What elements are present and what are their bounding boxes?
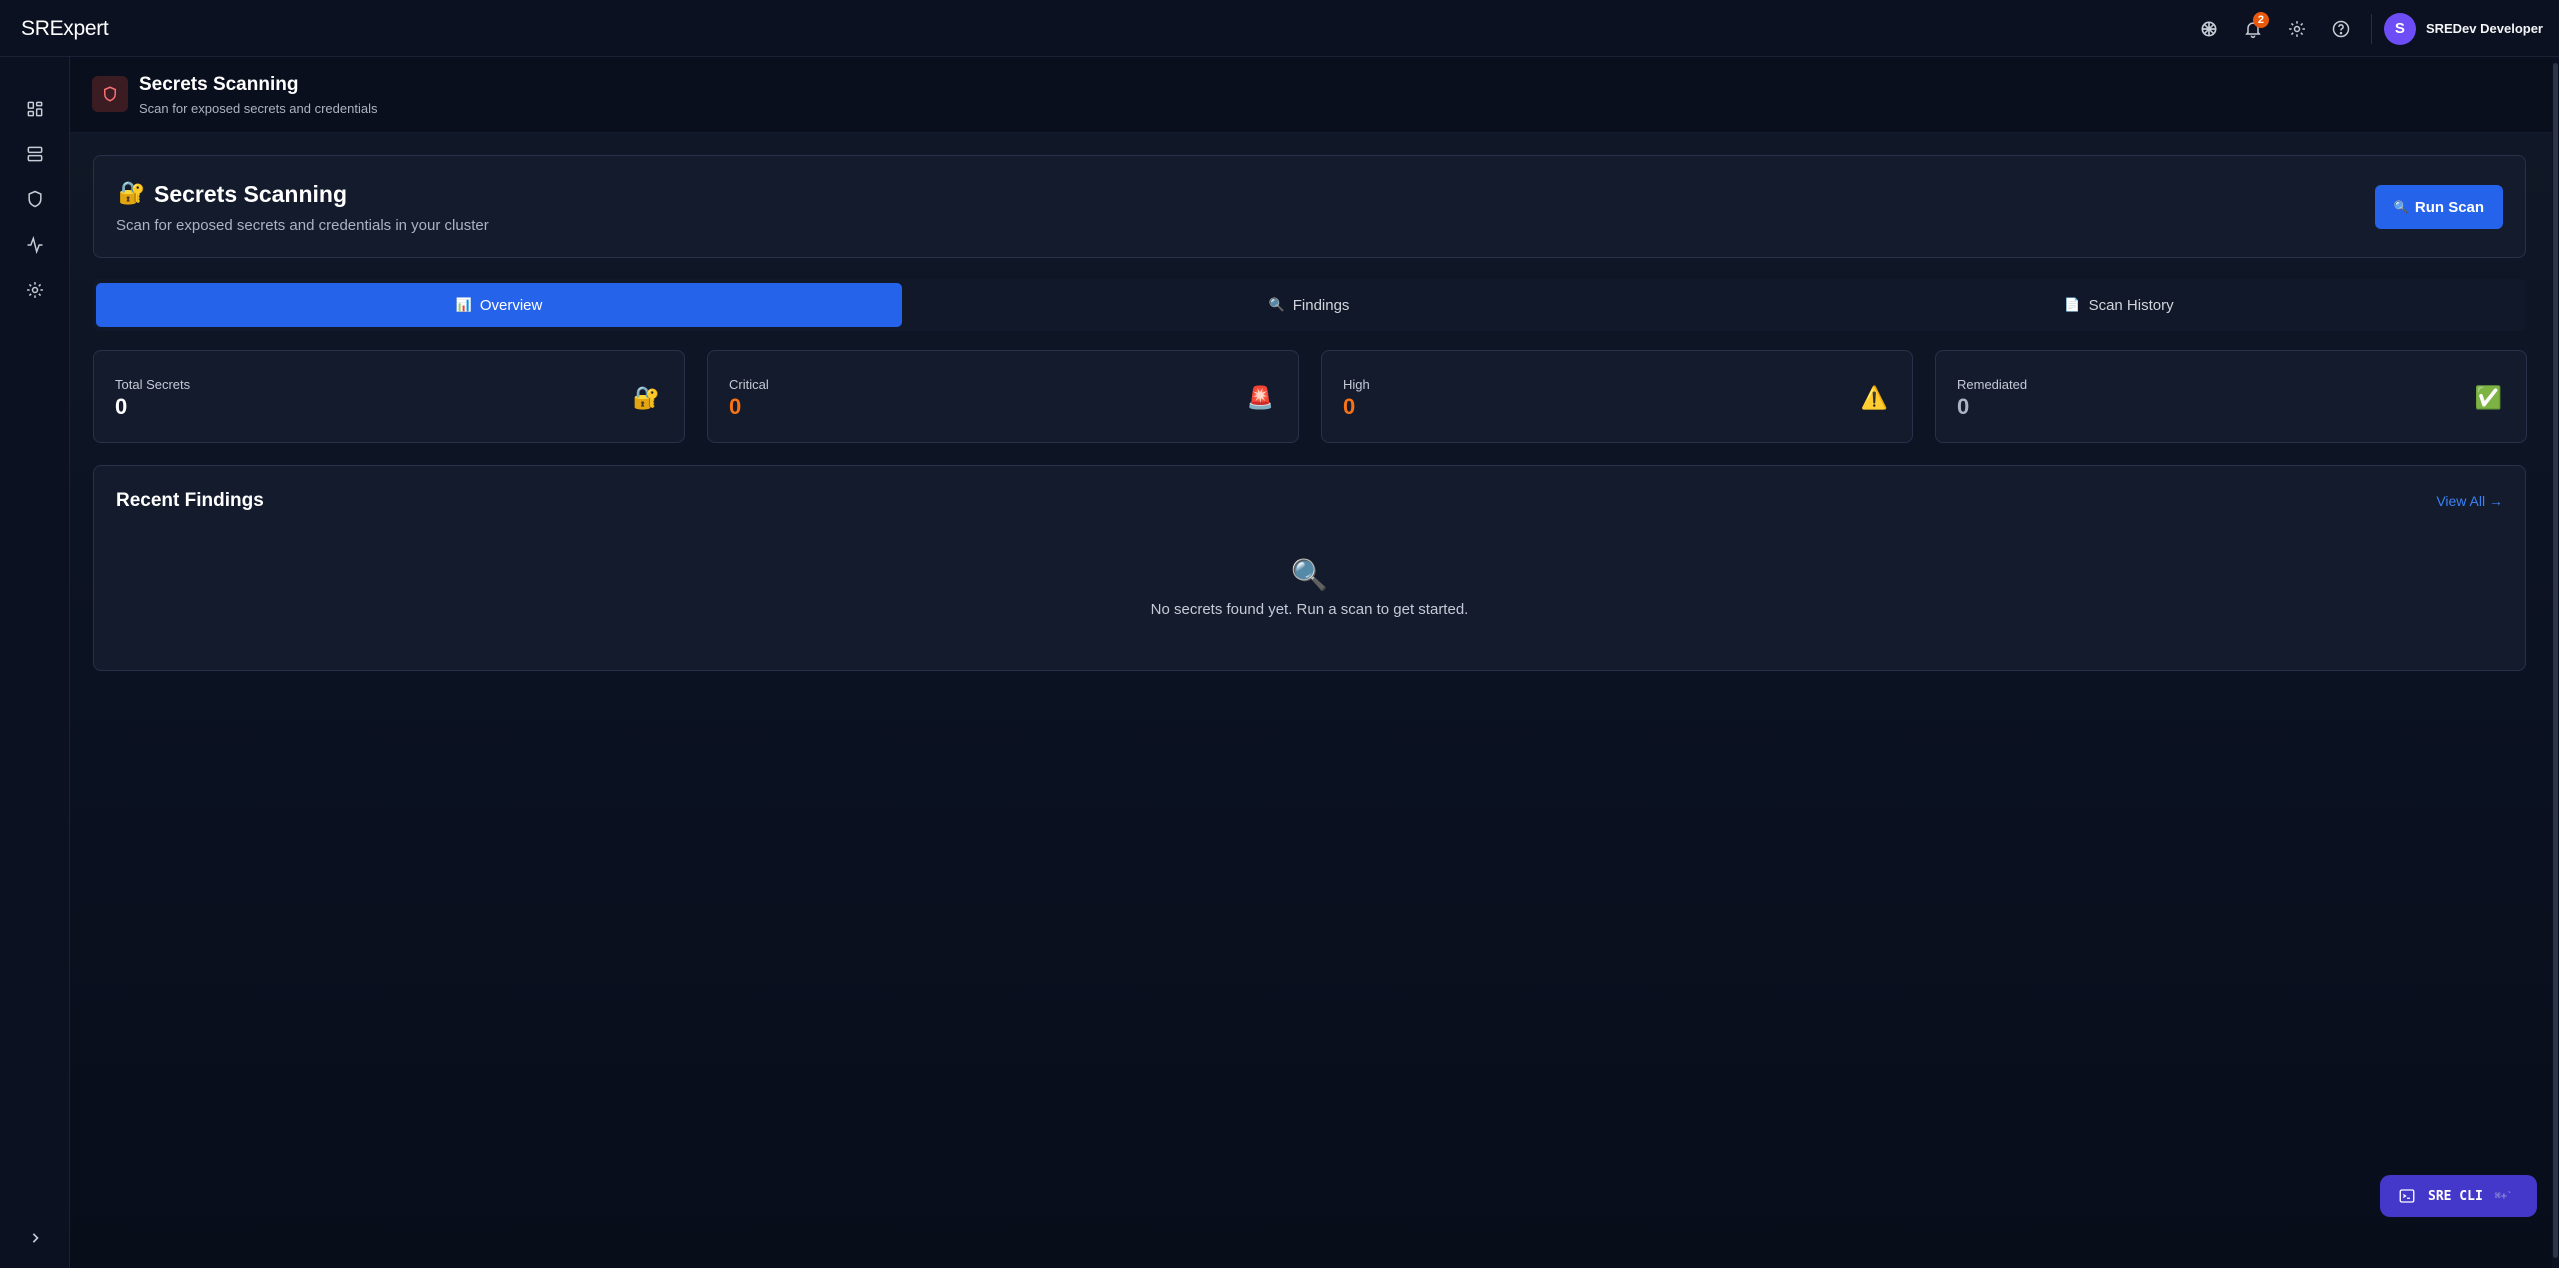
- tab-overview[interactable]: 📊 Overview: [96, 283, 902, 327]
- run-scan-button[interactable]: 🔍 Run Scan: [2375, 185, 2503, 229]
- stat-label: High: [1343, 377, 1370, 392]
- sidebar-item-dashboard[interactable]: [17, 91, 53, 127]
- stat-card-critical: Critical 0 🚨: [707, 350, 1299, 443]
- tab-label: Overview: [479, 296, 543, 314]
- page-subtitle: Scan for exposed secrets and credentials: [139, 101, 378, 116]
- sidebar-item-servers[interactable]: [17, 136, 53, 172]
- stat-label: Total Secrets: [115, 377, 191, 392]
- sidebar-item-monitoring[interactable]: [17, 227, 53, 263]
- stat-value: 0: [729, 394, 742, 419]
- run-scan-label: Run Scan: [2414, 198, 2485, 216]
- empty-state-text: No secrets found yet. Run a scan to get …: [1150, 601, 1469, 618]
- shield-icon: [104, 86, 116, 102]
- avatar: S: [2383, 12, 2416, 45]
- checkmark-icon: ✅: [2474, 385, 2502, 410]
- hero-subtitle: Scan for exposed secrets and credentials…: [116, 217, 489, 234]
- recent-findings-title: Recent Findings: [116, 490, 264, 511]
- shield-icon: [28, 190, 42, 208]
- sidebar-expand-button[interactable]: [17, 1220, 53, 1256]
- top-bar: SRExpert 2 S SREDev Developer: [0, 0, 2559, 57]
- sidebar: [0, 57, 70, 1268]
- sidebar-item-settings[interactable]: [17, 272, 53, 308]
- tab-scan-history[interactable]: 📄 Scan History: [1716, 283, 2522, 327]
- page-shield-badge: [92, 76, 128, 112]
- brand-logo[interactable]: SRExpert: [21, 17, 109, 41]
- chart-icon: 📊: [455, 297, 472, 312]
- activity-icon: [27, 235, 43, 255]
- notifications-button[interactable]: 2: [2231, 7, 2275, 51]
- terminal-icon: [2399, 1189, 2415, 1203]
- page-title: Secrets Scanning: [139, 74, 299, 95]
- chevron-right-icon: [32, 1233, 39, 1243]
- stat-card-high: High 0 ⚠️: [1321, 350, 1913, 443]
- gear-icon: [27, 282, 43, 298]
- sidebar-item-security[interactable]: [17, 181, 53, 217]
- sre-cli-button[interactable]: SRE CLI ⌘+`: [2380, 1175, 2537, 1217]
- kubernetes-icon[interactable]: [2187, 7, 2231, 51]
- search-icon: 🔍: [1268, 297, 1285, 312]
- main-content: 🔐 Secrets Scanning Scan for exposed secr…: [70, 133, 2552, 1268]
- siren-icon: 🚨: [1246, 385, 1274, 410]
- settings-button[interactable]: [2275, 7, 2319, 51]
- stat-value: 0: [1957, 394, 1970, 419]
- stat-card-total-secrets: Total Secrets 0 🔐: [93, 350, 685, 443]
- keyboard-shortcut-hint: ⌘+`: [2494, 1190, 2513, 1202]
- help-button[interactable]: [2319, 7, 2363, 51]
- recent-findings-card: Recent Findings View All → 🔍 No secrets …: [93, 465, 2526, 671]
- topbar-divider: [2370, 13, 2372, 44]
- warning-icon: ⚠️: [1860, 385, 1888, 410]
- user-name: SREDev Developer: [2425, 21, 2543, 36]
- lock-icon: 🔐: [632, 385, 660, 410]
- stat-value: 0: [115, 394, 128, 419]
- gear-icon: [2289, 20, 2305, 37]
- hero-title: Secrets Scanning: [154, 181, 348, 207]
- stat-label: Remediated: [1957, 377, 2028, 392]
- user-menu[interactable]: S SREDev Developer: [2383, 12, 2543, 45]
- scrollbar-thumb[interactable]: [2553, 63, 2558, 1258]
- sre-cli-label: SRE CLI: [2428, 1188, 2483, 1204]
- tab-findings[interactable]: 🔍 Findings: [906, 283, 1712, 327]
- view-all-link[interactable]: View All →: [2436, 493, 2503, 509]
- stat-value: 0: [1343, 394, 1356, 419]
- page-scrollbar[interactable]: [2552, 57, 2559, 1268]
- tab-label: Scan History: [2088, 296, 2174, 314]
- notification-badge: 2: [2252, 11, 2269, 28]
- document-icon: 📄: [2064, 297, 2081, 312]
- help-icon: [2332, 20, 2350, 37]
- search-icon: 🔍: [2393, 200, 2409, 214]
- lock-icon: 🔐: [118, 180, 146, 205]
- server-icon: [27, 146, 43, 162]
- top-actions: 2 S SREDev Developer: [2187, 0, 2543, 57]
- dashboard-icon: [27, 101, 43, 117]
- magnifier-icon: 🔍: [1290, 559, 1329, 592]
- page-header: Secrets Scanning Scan for exposed secret…: [70, 57, 2552, 133]
- tab-bar: 📊 Overview 🔍 Findings 📄 Scan History: [93, 279, 2526, 331]
- hero-card: 🔐 Secrets Scanning Scan for exposed secr…: [93, 155, 2526, 258]
- tab-label: Findings: [1292, 296, 1350, 314]
- stat-label: Critical: [729, 377, 769, 392]
- stat-card-remediated: Remediated 0 ✅: [1935, 350, 2527, 443]
